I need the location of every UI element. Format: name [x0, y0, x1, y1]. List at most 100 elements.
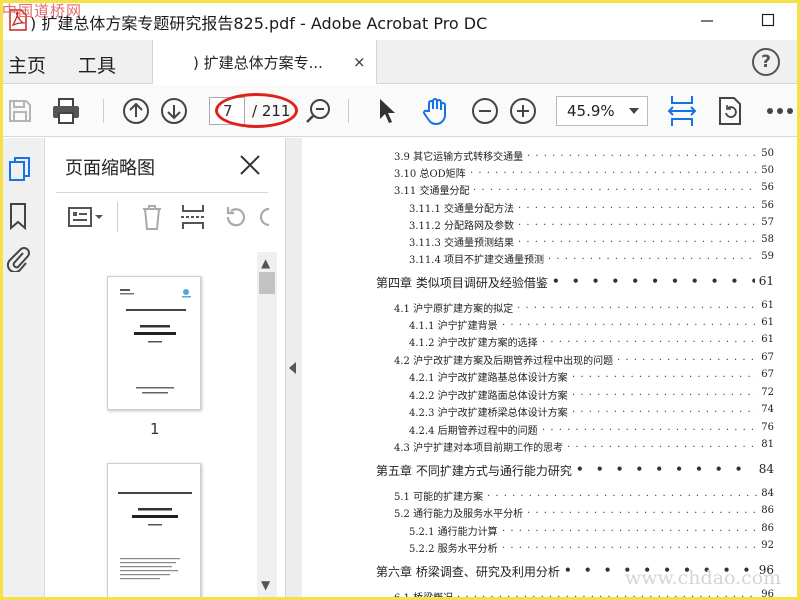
- toc-leader-dots: . . . . . . . . . . . . . . . . . . . . …: [542, 422, 757, 433]
- page-thumbnails-icon[interactable]: [8, 156, 32, 188]
- next-page-icon[interactable]: [158, 95, 190, 127]
- toc-leader-dots: . . . . . . . . . . . . . . . . . . . . …: [487, 488, 757, 499]
- tab-close-icon[interactable]: ×: [353, 53, 366, 71]
- toc-row[interactable]: 3.10 总OD矩阵 . . . . . . . . . . . . . . . …: [302, 165, 800, 182]
- trash-icon[interactable]: [140, 203, 164, 235]
- toc-page-number: 61: [761, 300, 774, 311]
- toc-row[interactable]: 5.2.1 通行能力计算 . . . . . . . . . . . . . . …: [302, 523, 800, 540]
- scroll-down-icon[interactable]: ▼: [261, 578, 270, 592]
- toc-leader-dots: • • • • • • • • • • • • • • • • • • • • …: [552, 274, 755, 288]
- scroll-up-icon[interactable]: ▲: [261, 256, 270, 270]
- toc-row[interactable]: 3.11.1 交通量分配方法 . . . . . . . . . . . . . …: [302, 200, 800, 217]
- scrollbar-thumb[interactable]: [259, 272, 275, 294]
- toc-entry-title: 3.11.4 项目不扩建交通量预测: [409, 255, 544, 266]
- toc-entry-title: 4.2.2 沪宁改扩建路面总体设计方案: [409, 391, 568, 402]
- zoom-out-icon[interactable]: [469, 95, 501, 127]
- toc-row[interactable]: 3.11.4 项目不扩建交通量预测 . . . . . . . . . . . .…: [302, 251, 800, 268]
- toc-row[interactable]: 3.11 交通量分配. . . . . . . . . . . . . . . …: [302, 182, 800, 199]
- toc-page-number: 61: [761, 334, 774, 345]
- panel-divider: [56, 192, 268, 193]
- toc-entry-title: 4.3 沪宁扩建对本项目前期工作的思考: [394, 443, 564, 454]
- tab-document-label: ) 扩建总体方案专...: [193, 54, 323, 72]
- tab-bar: 主页 工具 ) 扩建总体方案专... × ?: [0, 40, 800, 84]
- toc-page-number: 67: [761, 352, 774, 363]
- rotate-clockwise-icon[interactable]: [259, 204, 270, 234]
- toc-leader-dots: . . . . . . . . . . . . . . . . . . . . …: [542, 334, 757, 345]
- toc-entry-title: 5.2.1 通行能力计算: [409, 527, 498, 538]
- print-icon[interactable]: [50, 95, 82, 127]
- close-icon[interactable]: [239, 154, 261, 180]
- toc-entry-title: 4.2.1 沪宁改扩建路基总体设计方案: [409, 373, 568, 384]
- toc-page-number: 92: [761, 540, 774, 551]
- attachment-icon[interactable]: [6, 244, 30, 276]
- toc-leader-dots: . . . . . . . . . . . . . . . . . . . . …: [527, 505, 757, 516]
- toc-row[interactable]: 5.2 通行能力及服务水平分析. . . . . . . . . . . . .…: [302, 505, 800, 522]
- toc-entry-title: 4.1.2 沪宁改扩建方案的选择: [409, 338, 538, 349]
- toc-leader-dots: . . . . . . . . . . . . . . . . . . . . …: [502, 523, 757, 534]
- thumbnail-options-icon[interactable]: [68, 206, 104, 232]
- toc-chapter-row[interactable]: 第四章 类似项目调研及经验借鉴 • • • • • • • • • • • • •…: [302, 274, 800, 291]
- toc-row[interactable]: 4.2.2 沪宁改扩建路面总体设计方案 . . . . . . . . . . .…: [302, 387, 800, 404]
- toc-entry-title: 4.2.4 后期管养过程中的问题: [409, 426, 538, 437]
- zoom-level-select[interactable]: 45.9%: [556, 96, 648, 126]
- toc-page-number: 81: [761, 439, 774, 450]
- panel-collapse-handle[interactable]: [286, 138, 302, 600]
- thumbnail-page-number: 1: [150, 420, 160, 438]
- thumbnail-page-content: [118, 492, 192, 580]
- rotate-counterclockwise-icon[interactable]: [222, 204, 248, 234]
- select-pointer-icon[interactable]: [371, 95, 403, 127]
- thumbnail-page-content: [120, 289, 191, 394]
- toc-entry-title: 第五章 不同扩建方式与通行能力研究: [376, 464, 572, 478]
- toc-row[interactable]: 4.1 沪宁原扩建方案的拟定. . . . . . . . . . . . . …: [302, 300, 800, 317]
- hand-tool-icon[interactable]: [420, 95, 452, 127]
- bookmark-icon[interactable]: [8, 202, 28, 234]
- toc-row[interactable]: 4.2.4 后期管养过程中的问题 . . . . . . . . . . . . …: [302, 422, 800, 439]
- tab-home[interactable]: 主页: [8, 51, 46, 78]
- zoom-tool-icon[interactable]: [302, 95, 334, 127]
- more-tools-icon[interactable]: [764, 95, 796, 127]
- panel-title: 页面缩略图: [65, 158, 155, 179]
- toc-row[interactable]: 5.2.2 服务水平分析 . . . . . . . . . . . . . . …: [302, 540, 800, 557]
- tab-tools[interactable]: 工具: [78, 51, 116, 78]
- help-icon[interactable]: ?: [752, 48, 780, 76]
- toc-row[interactable]: 4.2.1 沪宁改扩建路基总体设计方案 . . . . . . . . . . .…: [302, 369, 800, 386]
- minimize-button[interactable]: [687, 6, 727, 34]
- thumbnail-scrollbar[interactable]: ▲ ▼: [257, 252, 277, 597]
- toc-row[interactable]: 4.3 沪宁扩建对本项目前期工作的思考. . . . . . . . . . .…: [302, 439, 800, 456]
- toc-row[interactable]: 3.11.2 分配路网及参数 . . . . . . . . . . . . . …: [302, 217, 800, 234]
- toc-row[interactable]: 6.1 桥梁概况. . . . . . . . . . . . . . . . …: [302, 589, 800, 600]
- toc-entry-title: 5.1 可能的扩建方案: [394, 492, 484, 503]
- extract-pages-icon[interactable]: [180, 203, 206, 235]
- maximize-button[interactable]: [748, 6, 788, 34]
- toc-row[interactable]: 3.9 其它运输方式转移交通量. . . . . . . . . . . . .…: [302, 148, 800, 165]
- rotate-view-icon[interactable]: [714, 95, 746, 127]
- page-thumbnail[interactable]: [107, 463, 201, 600]
- toc-page-number: 72: [761, 387, 774, 398]
- document-view[interactable]: 3.9 其它运输方式转移交通量. . . . . . . . . . . . .…: [302, 138, 800, 600]
- toc-row[interactable]: 5.1 可能的扩建方案. . . . . . . . . . . . . . .…: [302, 488, 800, 505]
- toc-leader-dots: . . . . . . . . . . . . . . . . . . . . …: [470, 165, 757, 176]
- toc-row[interactable]: 4.1.2 沪宁改扩建方案的选择 . . . . . . . . . . . . …: [302, 334, 800, 351]
- toc-leader-dots: . . . . . . . . . . . . . . . . . . . . …: [457, 589, 757, 600]
- annotation-circle: [215, 93, 298, 128]
- toc-page-number: 61: [761, 317, 774, 328]
- fit-width-icon[interactable]: [664, 95, 700, 127]
- tab-document[interactable]: ) 扩建总体方案专... ×: [152, 40, 377, 84]
- toc-page-number: 58: [761, 234, 774, 245]
- toc-row[interactable]: 3.11.3 交通量预测结果 . . . . . . . . . . . . . …: [302, 234, 800, 251]
- toc-row[interactable]: 4.2 沪宁改扩建方案及后期管养过程中出现的问题. . . . . . . . …: [302, 352, 800, 369]
- toc-entry-title: 3.10 总OD矩阵: [394, 169, 466, 180]
- toolbar: 7 / 211 45.9%: [0, 85, 800, 137]
- toc-row[interactable]: 4.1.1 沪宁扩建背景 . . . . . . . . . . . . . . …: [302, 317, 800, 334]
- title-bar: 中国道桥网 ) 扩建总体方案专题研究报告825.pdf - Adobe Acro…: [0, 0, 800, 40]
- toc-leader-dots: . . . . . . . . . . . . . . . . . . . . …: [518, 217, 757, 228]
- toc-row[interactable]: 4.2.3 沪宁改扩建桥梁总体设计方案 . . . . . . . . . . .…: [302, 404, 800, 421]
- toc-page-number: 59: [761, 251, 774, 262]
- toc-chapter-row[interactable]: 第五章 不同扩建方式与通行能力研究 • • • • • • • • • • • •…: [302, 462, 800, 479]
- previous-page-icon[interactable]: [120, 95, 152, 127]
- page-thumbnail[interactable]: [107, 276, 201, 410]
- toc-entry-title: 第六章 桥梁调查、研究及利用分析: [376, 565, 560, 579]
- save-icon[interactable]: [4, 95, 36, 127]
- zoom-in-icon[interactable]: [507, 95, 539, 127]
- toc-page-number: 74: [761, 404, 774, 415]
